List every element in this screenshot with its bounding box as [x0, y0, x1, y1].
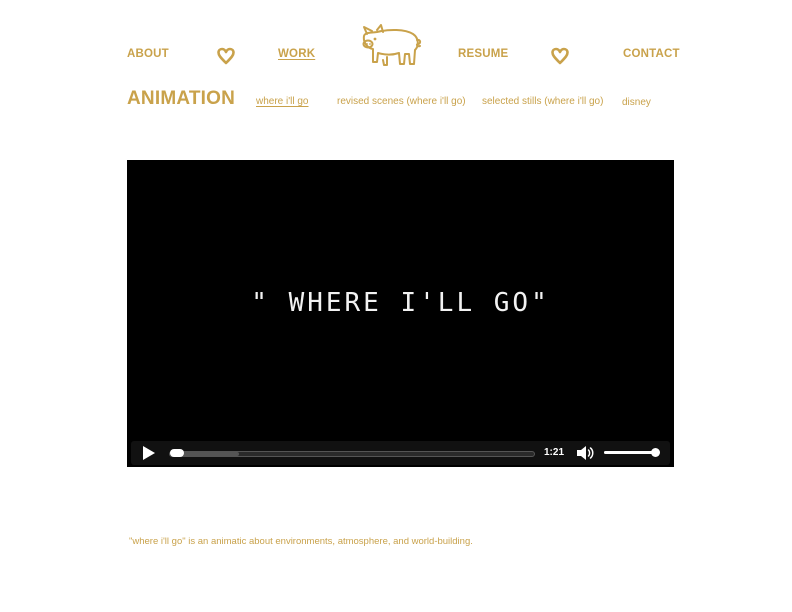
- nav-about-link[interactable]: ABOUT: [127, 48, 169, 60]
- heart-icon: [217, 47, 235, 65]
- nav-resume-link[interactable]: RESUME: [458, 48, 508, 60]
- sublink-revised-scenes[interactable]: revised scenes (where i'll go): [337, 96, 466, 107]
- nav-contact-link[interactable]: CONTACT: [623, 48, 680, 60]
- seek-bar[interactable]: [169, 449, 535, 457]
- pig-logo-icon[interactable]: [359, 24, 423, 70]
- page-title: ANIMATION: [127, 88, 236, 109]
- video-title-card: " WHERE I'LL GO": [251, 288, 550, 318]
- nav-work-link[interactable]: WORK: [278, 48, 315, 60]
- sublink-where-ill-go[interactable]: where i'll go: [256, 96, 309, 107]
- video-controls: 1:21: [131, 441, 670, 465]
- heart-icon: [551, 47, 569, 65]
- seek-handle[interactable]: [170, 449, 184, 457]
- video-description: "where i'll go" is an animatic about env…: [129, 536, 473, 547]
- video-duration: 1:21: [544, 447, 565, 458]
- speaker-icon[interactable]: [575, 445, 595, 461]
- video-player[interactable]: " WHERE I'LL GO" 1:21: [127, 160, 674, 467]
- volume-handle[interactable]: [650, 448, 660, 457]
- volume-slider[interactable]: [604, 448, 660, 457]
- sublink-disney[interactable]: disney: [622, 97, 651, 108]
- sublink-selected-stills[interactable]: selected stills (where i'll go): [482, 96, 603, 107]
- play-icon[interactable]: [143, 446, 155, 460]
- volume-level: [604, 451, 656, 454]
